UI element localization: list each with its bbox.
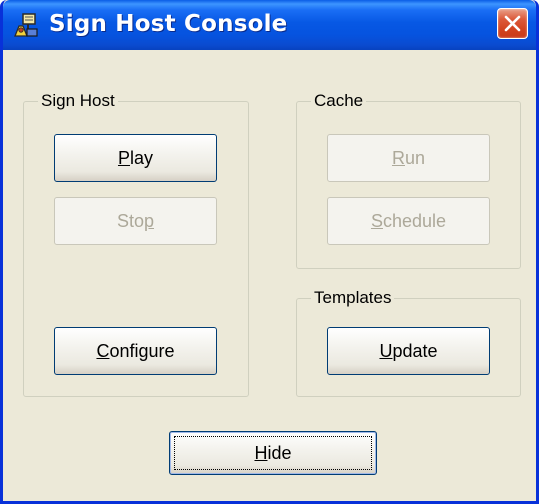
templates-group-label: Templates	[311, 288, 395, 308]
sign-host-group-label: Sign Host	[38, 91, 118, 111]
hide-button-label: Hide	[254, 442, 292, 463]
schedule-button[interactable]: Schedule	[327, 197, 490, 245]
window-title: Sign Host Console	[49, 11, 288, 37]
play-button-label: Play	[117, 147, 154, 168]
run-button[interactable]: Run	[327, 134, 490, 182]
stop-button[interactable]: Stop	[54, 197, 217, 245]
update-button-label: Update	[379, 340, 438, 361]
play-button[interactable]: Play	[54, 134, 217, 182]
title-bar[interactable]: Sign Host Console	[3, 0, 536, 50]
close-button[interactable]	[497, 8, 528, 39]
hide-button[interactable]: Hide	[169, 431, 377, 475]
cache-group-label: Cache	[311, 91, 367, 111]
sign-host-console-window: Sign Host Console Sign Host Play Stop Co…	[0, 0, 539, 504]
run-button-label: Run	[391, 147, 426, 168]
stop-button-label: Stop	[116, 210, 155, 231]
sign-host-app-icon	[14, 13, 38, 37]
close-x-icon	[504, 15, 521, 32]
schedule-button-label: Schedule	[370, 210, 447, 231]
configure-button[interactable]: Configure	[54, 327, 217, 375]
configure-button-label: Configure	[96, 340, 175, 361]
update-button[interactable]: Update	[327, 327, 490, 375]
